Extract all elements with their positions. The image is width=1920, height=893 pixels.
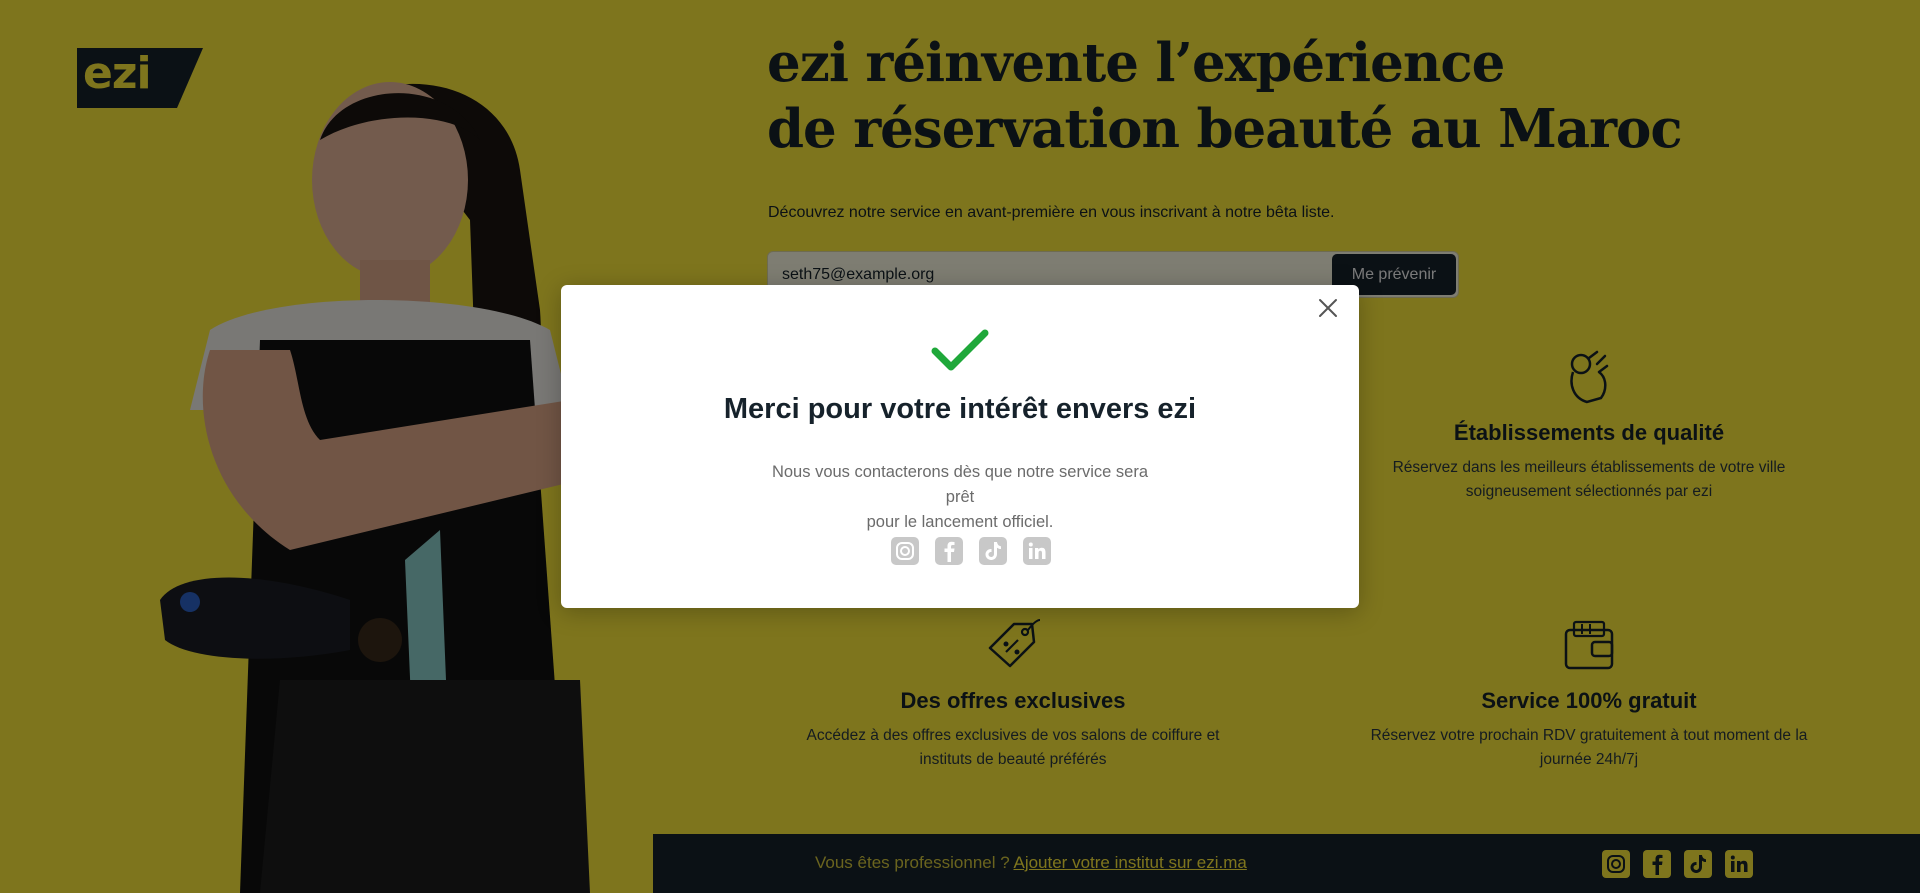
check-icon [931, 329, 989, 371]
close-icon [1319, 299, 1337, 317]
modal-social-links [891, 537, 1051, 565]
close-button[interactable] [1315, 295, 1341, 321]
modal-message: Nous vous contacterons dès que notre ser… [771, 463, 1149, 531]
modal-title: Merci pour votre intérêt envers ezi [723, 393, 1197, 425]
linkedin-icon[interactable] [1023, 537, 1051, 565]
instagram-icon[interactable] [891, 537, 919, 565]
confirmation-modal: Merci pour votre intérêt envers ezi Nous… [561, 285, 1359, 608]
facebook-icon[interactable] [935, 537, 963, 565]
tiktok-icon[interactable] [979, 537, 1007, 565]
